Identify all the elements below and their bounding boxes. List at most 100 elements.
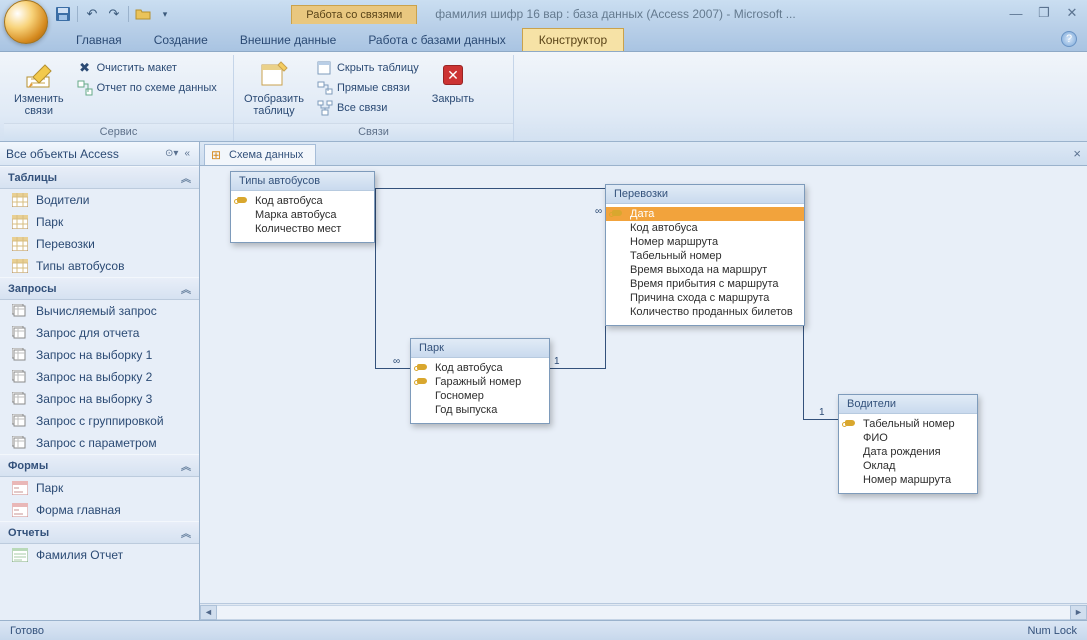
- table-field[interactable]: Номер маршрута: [606, 235, 804, 249]
- nav-item[interactable]: Парк: [0, 211, 199, 233]
- restore-button[interactable]: ❐: [1035, 4, 1053, 22]
- table-box-header[interactable]: Парк: [411, 339, 549, 358]
- relationships-canvas[interactable]: 1 ∞ 1 ∞ ∞ 1 Типы автобусовКод автобусаМа…: [200, 166, 1087, 603]
- nav-item[interactable]: Запрос с группировкой: [0, 410, 199, 432]
- nav-item-label: Водители: [36, 193, 89, 207]
- tab-create[interactable]: Создание: [138, 29, 224, 51]
- nav-group-header[interactable]: Запросы︽: [0, 277, 199, 300]
- nav-item[interactable]: Фамилия Отчет: [0, 544, 199, 566]
- table-field[interactable]: Табельный номер: [839, 417, 977, 431]
- table-field[interactable]: Госномер: [411, 389, 549, 403]
- nav-group-header[interactable]: Отчеты︽: [0, 521, 199, 544]
- document-tab-label: Схема данных: [229, 149, 303, 161]
- nav-item-label: Запрос на выборку 2: [36, 370, 152, 384]
- table-field[interactable]: Количество мест: [231, 222, 374, 236]
- nav-item[interactable]: Форма главная: [0, 499, 199, 521]
- nav-item-label: Запрос для отчета: [36, 326, 139, 340]
- nav-item-label: Парк: [36, 481, 63, 495]
- nav-group-header[interactable]: Формы︽: [0, 454, 199, 477]
- table-field[interactable]: Марка автобуса: [231, 208, 374, 222]
- nav-item[interactable]: Водители: [0, 189, 199, 211]
- undo-icon[interactable]: ↶: [84, 6, 100, 22]
- query-icon: [12, 326, 28, 340]
- table-field[interactable]: Время прибытия с маршрута: [606, 277, 804, 291]
- table-field[interactable]: Дата: [606, 207, 804, 221]
- table-field[interactable]: Причина схода с маршрута: [606, 291, 804, 305]
- nav-item-label: Парк: [36, 215, 63, 229]
- nav-group-header[interactable]: Таблицы︽: [0, 166, 199, 189]
- table-field[interactable]: ФИО: [839, 431, 977, 445]
- tab-design[interactable]: Конструктор: [522, 28, 624, 51]
- table-field[interactable]: Гаражный номер: [411, 375, 549, 389]
- table-field[interactable]: Номер маршрута: [839, 473, 977, 487]
- redo-icon[interactable]: ↷: [106, 6, 122, 22]
- nav-item[interactable]: Типы автобусов: [0, 255, 199, 277]
- table-box-header[interactable]: Водители: [839, 395, 977, 414]
- scroll-right-icon[interactable]: ►: [1070, 605, 1087, 620]
- minimize-button[interactable]: —: [1007, 4, 1025, 22]
- all-relationships-button[interactable]: Все связи: [314, 99, 422, 117]
- office-button[interactable]: [4, 0, 48, 44]
- nav-item-label: Фамилия Отчет: [36, 548, 123, 562]
- close-button[interactable]: ✕: [1063, 4, 1081, 22]
- nav-item-label: Запрос с параметром: [36, 436, 157, 450]
- quick-access-toolbar: ↶ ↷ ▾: [55, 0, 173, 28]
- navigation-header[interactable]: Все объекты Access ⊙▾ «: [0, 142, 199, 166]
- table-box-header[interactable]: Типы автобусов: [231, 172, 374, 191]
- table-field[interactable]: Дата рождения: [839, 445, 977, 459]
- relationships-icon: ⊞: [211, 148, 225, 162]
- table-field[interactable]: Количество проданных билетов: [606, 305, 804, 319]
- nav-item[interactable]: Запрос на выборку 3: [0, 388, 199, 410]
- clear-layout-button[interactable]: ✖ Очистить макет: [74, 59, 220, 77]
- window-title: фамилия шифр 16 вар : база данных (Acces…: [435, 7, 795, 21]
- table-box-trips[interactable]: Перевозки ДатаКод автобусаНомер маршрутаТ…: [605, 184, 805, 326]
- close-button-ribbon[interactable]: ✕ Закрыть: [428, 57, 478, 107]
- nav-item[interactable]: Запрос на выборку 1: [0, 344, 199, 366]
- tab-home[interactable]: Главная: [60, 29, 138, 51]
- open-folder-icon[interactable]: [135, 6, 151, 22]
- horizontal-scrollbar[interactable]: ◄ ►: [200, 603, 1087, 620]
- chevron-up-icon: ︽: [181, 458, 191, 473]
- table-field[interactable]: Табельный номер: [606, 249, 804, 263]
- document-close-button[interactable]: ×: [1073, 146, 1081, 161]
- nav-item-label: Вычисляемый запрос: [36, 304, 157, 318]
- close-icon: ✕: [437, 59, 469, 91]
- help-icon[interactable]: ?: [1061, 31, 1077, 47]
- nav-item[interactable]: Запрос для отчета: [0, 322, 199, 344]
- table-field[interactable]: Год выпуска: [411, 403, 549, 417]
- tab-external-data[interactable]: Внешние данные: [224, 29, 353, 51]
- qat-customize-icon[interactable]: ▾: [157, 6, 173, 22]
- show-table-button[interactable]: Отобразить таблицу: [240, 57, 308, 119]
- edit-relationships-button[interactable]: Изменить связи: [10, 57, 68, 119]
- scroll-left-icon[interactable]: ◄: [200, 605, 217, 620]
- direct-relationships-button[interactable]: Прямые связи: [314, 79, 422, 97]
- tab-database-tools[interactable]: Работа с базами данных: [352, 29, 521, 51]
- query-icon: [12, 392, 28, 406]
- nav-item[interactable]: Вычисляемый запрос: [0, 300, 199, 322]
- nav-collapse-icon[interactable]: «: [181, 148, 193, 159]
- contextual-tab-title: Работа со связями: [291, 5, 417, 24]
- table-box-drivers[interactable]: Водители Табельный номерФИОДата рожденияО…: [838, 394, 978, 494]
- table-field[interactable]: Оклад: [839, 459, 977, 473]
- table-box-types[interactable]: Типы автобусов Код автобусаМарка автобуса…: [230, 171, 375, 243]
- table-box-park[interactable]: Парк Код автобусаГаражный номерГосномерГо…: [410, 338, 550, 424]
- nav-item[interactable]: Перевозки: [0, 233, 199, 255]
- table-box-header[interactable]: Перевозки: [606, 185, 804, 204]
- query-icon: [12, 304, 28, 318]
- table-field[interactable]: Время выхода на маршрут: [606, 263, 804, 277]
- table-field[interactable]: Код автобуса: [411, 361, 549, 375]
- nav-item[interactable]: Запрос на выборку 2: [0, 366, 199, 388]
- nav-item[interactable]: Парк: [0, 477, 199, 499]
- document-area: ⊞ Схема данных × 1 ∞ 1 ∞ ∞ 1 Типы автобу…: [200, 142, 1087, 620]
- document-tab[interactable]: ⊞ Схема данных: [204, 144, 316, 165]
- nav-menu-icon[interactable]: ⊙▾: [162, 148, 181, 159]
- show-table-icon: [258, 59, 290, 91]
- nav-item-label: Типы автобусов: [36, 259, 124, 273]
- table-field[interactable]: Код автобуса: [231, 194, 374, 208]
- relationship-report-button[interactable]: Отчет по схеме данных: [74, 79, 220, 97]
- status-numlock: Num Lock: [1027, 625, 1077, 637]
- hide-table-button[interactable]: Скрыть таблицу: [314, 59, 422, 77]
- save-icon[interactable]: [55, 6, 71, 22]
- nav-item[interactable]: Запрос с параметром: [0, 432, 199, 454]
- table-field[interactable]: Код автобуса: [606, 221, 804, 235]
